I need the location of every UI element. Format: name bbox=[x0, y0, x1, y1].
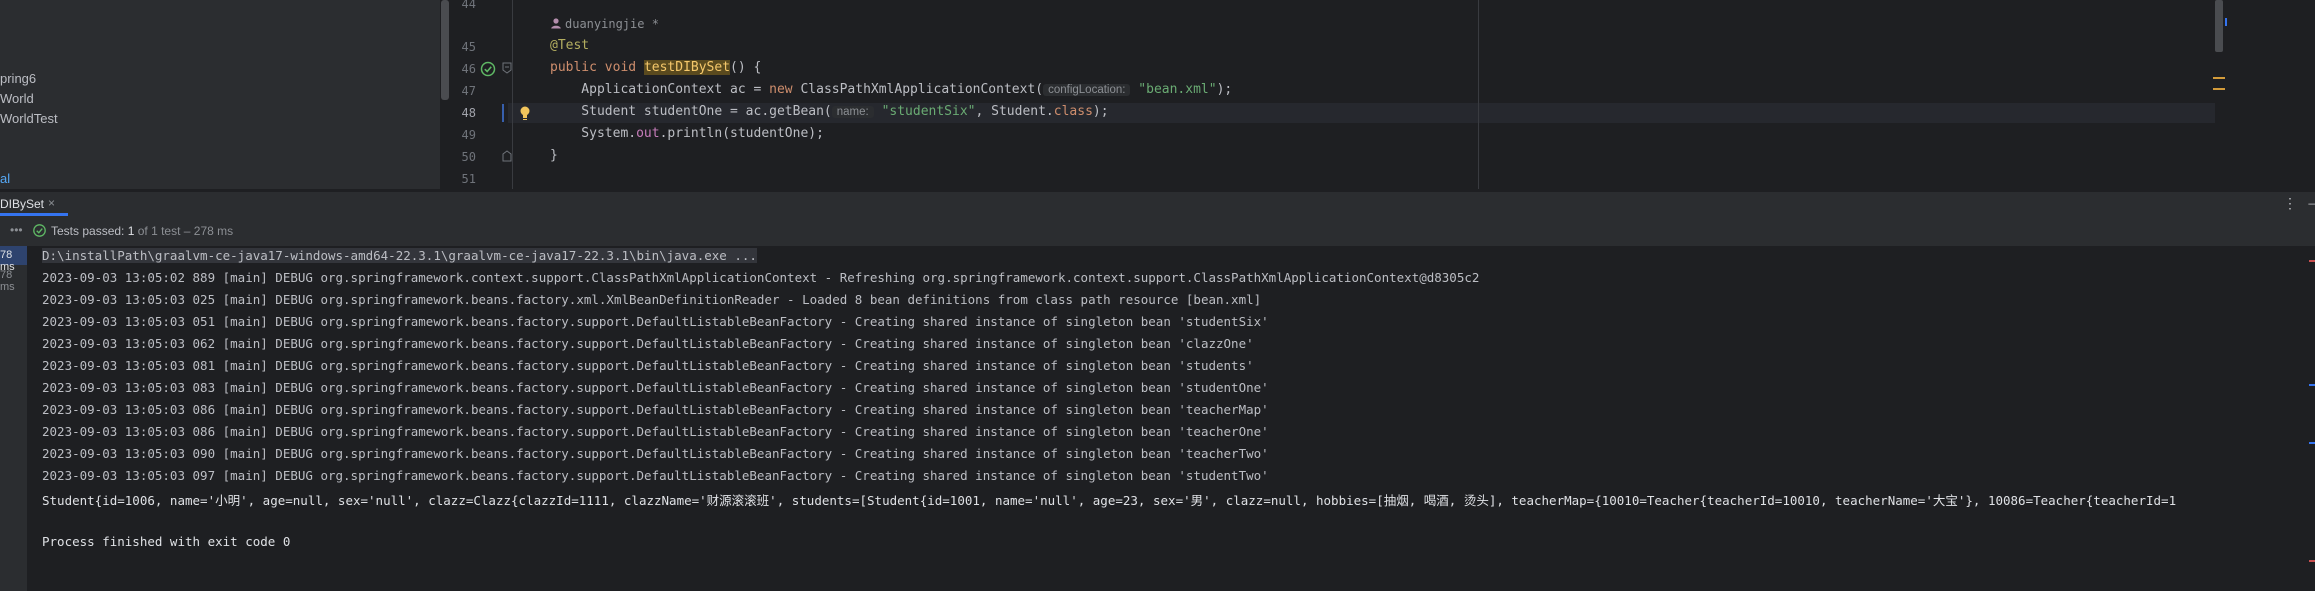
console-line: 2023-09-03 13:05:03 062 [main] DEBUG org… bbox=[42, 336, 1254, 351]
console-line: 2023-09-03 13:05:03 090 [main] DEBUG org… bbox=[42, 446, 1269, 461]
console-line: 2023-09-03 13:05:03 083 [main] DEBUG org… bbox=[42, 380, 1269, 395]
tree-scrollbar[interactable] bbox=[441, 0, 449, 100]
scroll-marker[interactable] bbox=[2213, 88, 2225, 90]
tree-item[interactable]: WorldTest bbox=[0, 111, 58, 126]
method-name: testDIBySet bbox=[643, 60, 731, 75]
test-status-bar: ••• Tests passed: 1 of 1 test – 278 ms bbox=[0, 216, 2315, 246]
options-icon[interactable]: ••• bbox=[10, 223, 23, 237]
line-number: 47 bbox=[461, 84, 476, 98]
console-line: 2023-09-03 13:05:02 889 [main] DEBUG org… bbox=[42, 270, 1480, 285]
run-tab-label[interactable]: DIBySet bbox=[0, 197, 44, 211]
code-line-49: System.out.println(studentOne); bbox=[550, 126, 824, 141]
console-line: 2023-09-03 13:05:03 051 [main] DEBUG org… bbox=[42, 314, 1269, 329]
scroll-marker[interactable] bbox=[2309, 442, 2315, 444]
console-scrollbar[interactable] bbox=[2309, 246, 2315, 591]
minimize-icon[interactable]: – bbox=[2308, 196, 2315, 210]
code-line-46: public void testDIBySet() { bbox=[550, 60, 762, 75]
console-line: D:\installPath\graalvm-ce-java17-windows… bbox=[42, 248, 757, 263]
console-line: 2023-09-03 13:05:03 086 [main] DEBUG org… bbox=[42, 424, 1269, 439]
lightbulb-icon[interactable] bbox=[518, 105, 532, 121]
person-icon bbox=[551, 18, 561, 29]
author-inlay[interactable]: duanyingjie * bbox=[550, 17, 659, 31]
scroll-marker[interactable] bbox=[2213, 77, 2225, 79]
console-line: 2023-09-03 13:05:03 081 [main] DEBUG org… bbox=[42, 358, 1254, 373]
project-tree-panel: pring6 World WorldTest al bbox=[0, 0, 440, 189]
test-summary: Tests passed: 1 of 1 test – 278 ms bbox=[51, 224, 234, 238]
line-number: 49 bbox=[461, 128, 476, 142]
test-duration[interactable]: 78 ms bbox=[0, 269, 27, 293]
scroll-marker[interactable] bbox=[2309, 384, 2315, 386]
line-number: 51 bbox=[461, 172, 476, 186]
right-margin-guide bbox=[1478, 0, 1479, 189]
code-line-47: ApplicationContext ac = new ClassPathXml… bbox=[550, 82, 1233, 97]
console-line: 2023-09-03 13:05:03 097 [main] DEBUG org… bbox=[42, 468, 1269, 483]
line-number: 50 bbox=[461, 150, 476, 164]
run-tool-window-header: DIBySet × ⋮ – bbox=[0, 192, 2315, 216]
tree-item[interactable]: World bbox=[0, 91, 34, 106]
test-passed-icon bbox=[33, 224, 46, 237]
scroll-marker[interactable] bbox=[2225, 18, 2227, 26]
fold-end-icon[interactable] bbox=[502, 150, 512, 162]
console-output[interactable]: D:\installPath\graalvm-ce-java17-windows… bbox=[28, 246, 2308, 591]
console-line: 2023-09-03 13:05:03 086 [main] DEBUG org… bbox=[42, 402, 1269, 417]
console-line: Process finished with exit code 0 bbox=[42, 534, 291, 549]
parameter-hint: name: bbox=[831, 106, 874, 118]
code-editor[interactable]: 44 45 46 47 48 49 50 51 duanyingjie * @T… bbox=[452, 0, 2315, 189]
line-number: 48 bbox=[461, 106, 476, 120]
gutter-separator bbox=[512, 0, 513, 189]
line-number: 46 bbox=[461, 62, 476, 76]
scroll-marker[interactable] bbox=[2309, 560, 2315, 562]
more-options-icon[interactable]: ⋮ bbox=[2283, 195, 2297, 212]
editor-scrollbar[interactable] bbox=[2215, 0, 2223, 52]
line-number: 45 bbox=[461, 40, 476, 54]
line-number: 44 bbox=[461, 0, 476, 11]
fold-start-icon[interactable] bbox=[502, 62, 512, 74]
code-line-48: Student studentOne = ac.getBean(name: "s… bbox=[550, 104, 1109, 119]
tree-item[interactable]: pring6 bbox=[0, 71, 36, 86]
console-line: 2023-09-03 13:05:03 025 [main] DEBUG org… bbox=[42, 292, 1262, 307]
command-line[interactable]: D:\installPath\graalvm-ce-java17-windows… bbox=[42, 248, 757, 263]
console-line: Student{id=1006, name='小明', age=null, se… bbox=[42, 493, 2177, 508]
code-line-45: @Test bbox=[550, 38, 590, 53]
code-line-50: } bbox=[550, 148, 558, 163]
vcs-change-marker[interactable] bbox=[502, 104, 504, 122]
parameter-hint: configLocation: bbox=[1043, 84, 1131, 96]
tree-item[interactable]: al bbox=[0, 171, 10, 186]
test-results-tree: 78 ms 78 ms bbox=[0, 246, 27, 591]
scroll-marker[interactable] bbox=[2309, 260, 2315, 262]
close-icon[interactable]: × bbox=[48, 196, 55, 210]
run-test-passed-icon[interactable] bbox=[480, 61, 496, 77]
author-name: duanyingjie * bbox=[565, 17, 659, 31]
